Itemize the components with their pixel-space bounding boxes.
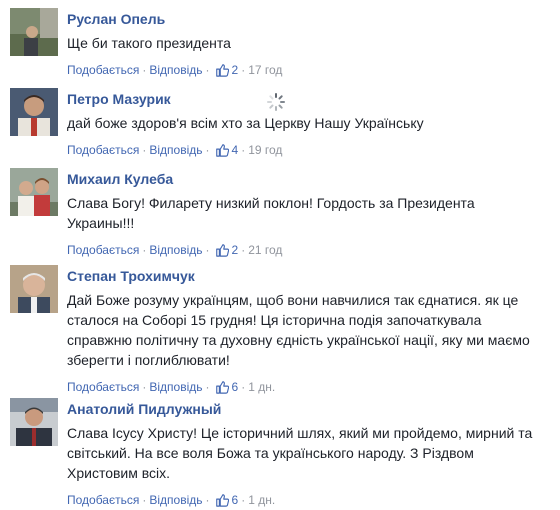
like-count[interactable]: 4 [232,142,239,158]
reply-button[interactable]: Відповідь [149,379,202,395]
comment-actions: Подобається · Відповідь · 6 · 1 дн. [67,492,554,508]
comment-author[interactable]: Анатолий Пидлужный [67,400,554,418]
separator: · [241,380,246,394]
separator: · [241,493,246,507]
comment-actions: Подобається · Відповідь · 6 · 1 дн. [67,379,554,395]
separator: · [205,63,210,77]
separator: · [142,143,147,157]
reply-button[interactable]: Відповідь [149,62,202,78]
comment-text: Слава Ісусу Христу! Це історичний шлях, … [67,425,533,481]
like-button[interactable]: Подобається [67,379,139,395]
comment-timestamp[interactable]: 21 год [248,242,282,258]
comment-timestamp[interactable]: 1 дн. [248,492,275,508]
like-count[interactable]: 2 [232,62,239,78]
reply-button[interactable]: Відповідь [149,142,202,158]
thumbs-up-icon[interactable] [215,493,229,507]
comment-text: Дай Боже розуму українцям, щоб вони навч… [67,292,530,368]
avatar[interactable] [10,398,58,446]
thumbs-up-icon[interactable] [215,380,229,394]
comment-timestamp[interactable]: 19 год [248,142,282,158]
comment-author[interactable]: Степан Трохимчук [67,267,554,285]
comment-author[interactable]: Михаил Кулеба [67,170,554,188]
separator: · [142,493,147,507]
separator: · [142,63,147,77]
avatar[interactable] [10,265,58,313]
reply-button[interactable]: Відповідь [149,492,202,508]
separator: · [142,380,147,394]
like-button[interactable]: Подобається [67,62,139,78]
thumbs-up-icon[interactable] [215,63,229,77]
separator: · [205,493,210,507]
comment-text: Ще би такого президента [67,35,231,51]
avatar[interactable] [10,88,58,136]
comment-author[interactable]: Петро Мазурик [67,90,554,108]
like-count[interactable]: 2 [232,242,239,258]
reply-button[interactable]: Відповідь [149,242,202,258]
comment-actions: Подобається · Відповідь · 2 · 17 год [67,62,554,78]
thumbs-up-icon[interactable] [215,143,229,157]
avatar[interactable] [10,8,58,56]
separator: · [241,243,246,257]
comments-list: Руслан Опель Ще би такого президента Под… [0,0,560,510]
comment-actions: Подобається · Відповідь · 2 · 21 год [67,242,554,258]
comment-timestamp[interactable]: 1 дн. [248,379,275,395]
comment-timestamp[interactable]: 17 год [248,62,282,78]
separator: · [205,243,210,257]
comment-author[interactable]: Руслан Опель [67,10,554,28]
separator: · [241,143,246,157]
comment-text: дай боже здоров'я всім хто за Церкву Наш… [67,115,424,131]
comment-text: Слава Богу! Филарету низкий поклон! Горд… [67,195,475,231]
like-button[interactable]: Подобається [67,492,139,508]
separator: · [205,143,210,157]
loading-spinner-icon [266,92,286,112]
thumbs-up-icon[interactable] [215,243,229,257]
like-count[interactable]: 6 [232,379,239,395]
avatar[interactable] [10,168,58,216]
separator: · [142,243,147,257]
like-button[interactable]: Подобається [67,142,139,158]
separator: · [241,63,246,77]
comment-actions: Подобається · Відповідь · 4 · 19 год [67,142,554,158]
like-button[interactable]: Подобається [67,242,139,258]
separator: · [205,380,210,394]
like-count[interactable]: 6 [232,492,239,508]
